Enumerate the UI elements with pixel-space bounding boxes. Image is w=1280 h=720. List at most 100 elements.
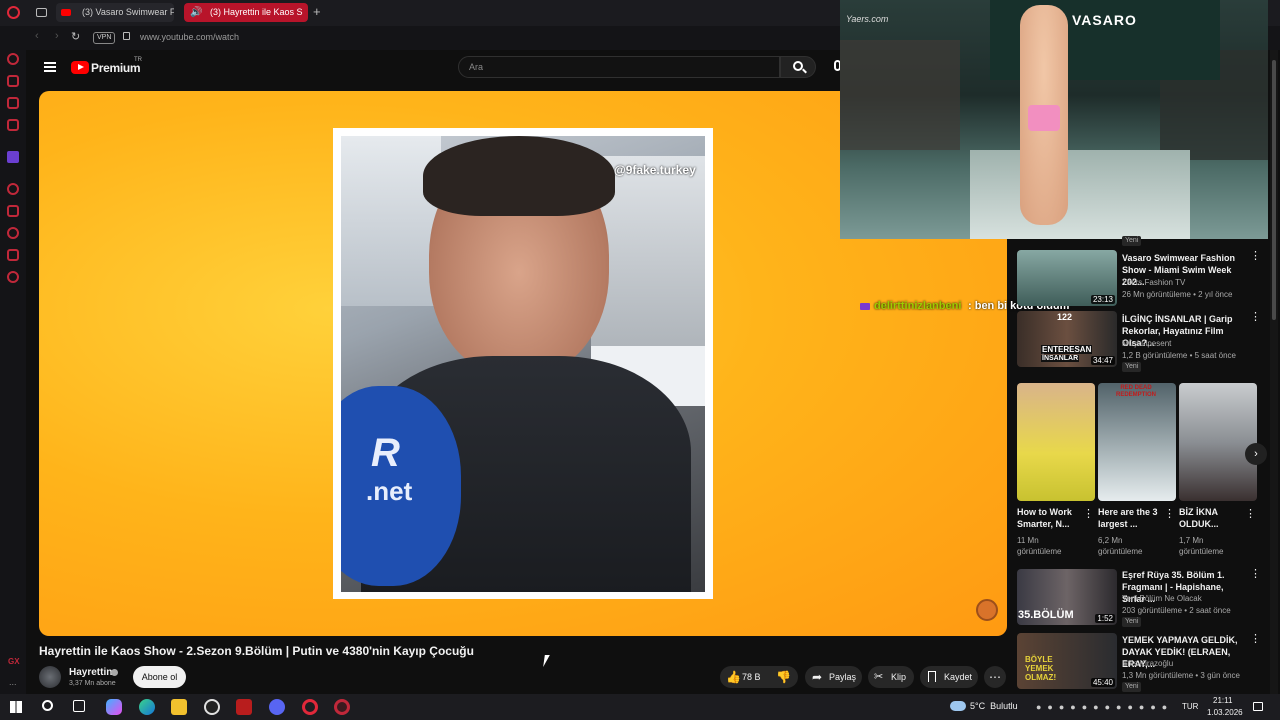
hamburger-menu-icon[interactable] [44,62,56,72]
reload-icon[interactable]: ↻ [71,30,80,43]
gx-icon[interactable]: GX [8,657,20,666]
tab-vasaro[interactable]: (3) Vasaro Swimwear Fashi [56,3,174,22]
aria-icon[interactable] [7,53,19,65]
more-options-icon[interactable]: ⋮ [1083,509,1094,520]
shorts-thumb-caption: RED DEAD REDEMPTION [1115,385,1156,398]
recommendation-thumbnail[interactable]: BÖYLE YEMEK OLMAZ! 45:40 [1017,633,1117,689]
like-icon[interactable]: 👍 [726,670,741,684]
pip-runway [970,150,1190,239]
more-options-icon[interactable]: ⋮ [1250,569,1261,580]
sidebar-rail: GX ... [0,26,26,694]
recommendation-thumbnail[interactable]: 122 ENTERESAN İNSANLAR 34:47 [1017,311,1117,367]
pip-audience-left [840,40,960,150]
more-options-icon[interactable]: ⋮ [1164,509,1175,520]
tab-hayrettin[interactable]: 🔊 (3) Hayrettin ile Kaos S [184,3,308,22]
more-options-icon[interactable]: ⋮ [1250,251,1261,262]
recommendation-channel[interactable]: Enis Kirazoğlu [1122,658,1173,669]
opera-icon[interactable] [302,699,318,715]
channel-avatar[interactable] [39,666,61,688]
back-icon[interactable]: ‹ [35,30,39,42]
chat-username: delirttinizlanbeni [874,300,962,312]
search-button[interactable] [780,56,816,78]
shorts-views-label: görüntüleme [1179,547,1224,556]
shorts-next-button[interactable]: › [1245,443,1267,465]
weather-icon[interactable] [950,701,966,711]
more-actions-button[interactable]: ⋯ [984,666,1006,688]
recommendation-channel[interactable]: Yeni Bölüm Ne Olacak [1122,593,1202,604]
youtube-favicon-icon [61,9,71,16]
more-options-icon[interactable]: ⋮ [1250,634,1261,645]
recommendation-thumbnail[interactable]: 23:13 [1017,250,1117,306]
search-input[interactable]: Ara [458,56,780,78]
history-icon[interactable] [7,227,19,239]
shorts-title[interactable]: BİZ İKNA OLDUK... [1179,506,1241,530]
clock-time[interactable]: 21:11 [1213,696,1232,705]
like-count[interactable]: 78 B [742,672,761,682]
search-taskbar-icon[interactable] [42,700,53,711]
twitch-icon[interactable] [7,151,19,163]
premium-label: Premium [91,61,141,75]
language-indicator[interactable]: TUR [1182,702,1198,711]
shorts-title[interactable]: Here are the 3 largest ... [1098,506,1160,530]
shorts-thumbnail[interactable] [1179,383,1257,501]
thumb-counter: 122 [1057,312,1073,322]
dislike-icon[interactable]: 👎 [776,670,791,684]
settings-icon[interactable] [7,271,19,283]
shorts-title[interactable]: How to Work Smarter, N... [1017,506,1079,530]
video-duration: 34:47 [1090,356,1115,365]
region-label: TR [134,57,142,63]
vpn-badge[interactable]: VPN [93,32,116,44]
channel-name[interactable]: Hayrettin [69,667,112,678]
file-explorer-icon[interactable] [171,699,187,715]
video-watermark: @9fake.turkey [614,163,696,177]
player-icon[interactable] [7,183,19,195]
notification-icon[interactable] [1253,702,1263,711]
bookmark-icon[interactable] [7,205,19,217]
chrome-icon[interactable] [204,699,220,715]
new-tab-button[interactable]: + [313,4,321,20]
page-scrollbar[interactable] [1270,50,1278,694]
more-options-icon[interactable]: ⋮ [1245,509,1256,520]
mic-url-text: .net [366,476,413,506]
clip-button[interactable]: ✂ Klip [868,666,914,688]
app-icon-red[interactable] [236,699,252,715]
speaker-icon[interactable]: 🔊 [190,7,202,18]
messenger-icon[interactable] [7,97,19,109]
clock-date[interactable]: 1.03.2026 [1207,708,1243,717]
edge-icon[interactable] [139,699,155,715]
opera-logo-icon[interactable] [7,6,20,19]
bookmark-icon [928,671,936,682]
recommendation-channel[interactable]: Müşkülpesent [1122,338,1171,349]
opera-gx-icon[interactable] [334,699,350,715]
tab-label: (3) Vasaro Swimwear Fashi [82,7,174,17]
share-button[interactable]: ➦ Paylaş [805,666,862,688]
video-duration: 1:52 [1095,614,1115,623]
forward-icon[interactable]: › [55,30,59,42]
recommendation-channel[interactable]: Yaers Fashion TV [1122,277,1185,288]
url-field[interactable]: www.youtube.com/watch [140,32,239,42]
mail-icon[interactable] [7,119,19,131]
person-hair [423,136,615,216]
shorts-thumbnail[interactable] [1017,383,1095,501]
discord-icon[interactable] [269,699,285,715]
save-button[interactable]: Kaydet [920,666,978,688]
workspace-icon[interactable] [7,75,19,87]
search-placeholder: Ara [469,62,484,72]
subscribe-button[interactable]: Abone ol [133,666,186,688]
more-options-icon[interactable]: ⋮ [1250,312,1261,323]
thumb-caption-1: BÖYLE YEMEK OLMAZ! [1025,655,1057,682]
windows-start-icon[interactable] [10,701,22,713]
task-view-icon[interactable] [73,700,85,712]
copilot-icon[interactable] [106,699,122,715]
recommendation-thumbnail[interactable]: 35.BÖLÜM 1:52 [1017,569,1117,625]
lock-icon[interactable] [123,32,130,40]
shorts-thumbnail[interactable]: RED DEAD REDEMPTION [1098,383,1176,501]
tray-icons[interactable]: ●●●●●●●●●●●● [1036,702,1173,712]
mouse-cursor-icon [543,655,555,667]
tab-overview-icon[interactable] [36,8,47,17]
downloads-icon[interactable] [7,249,19,261]
weather-label[interactable]: 5°C Bulutlu [970,701,1018,711]
shorts-views-label: görüntüleme [1017,547,1062,556]
pip-window[interactable]: Yaers.com VASARO [840,0,1268,239]
more-icon[interactable]: ... [9,677,17,687]
